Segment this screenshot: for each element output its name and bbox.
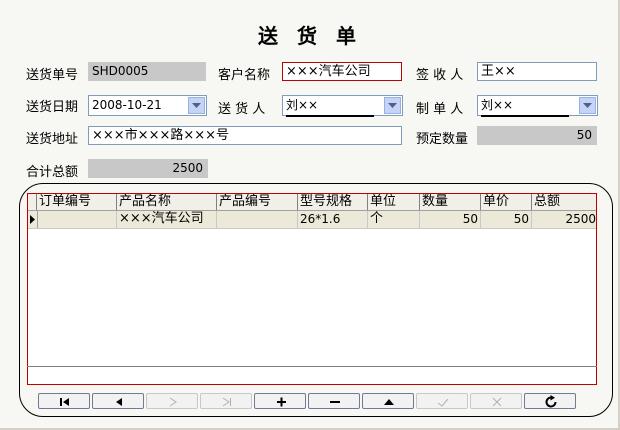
close-icon [492,397,502,407]
chevron-down-icon[interactable] [579,97,596,114]
triangle-up-icon [384,399,394,405]
grid-header: 订单编号 产品名称 产品编号 型号规格 单位 数量 单价 总额 [28,194,596,211]
sender-select[interactable]: 刘×× [282,95,403,117]
delivery-no-field: SHD0005 [88,62,206,81]
cell-price[interactable]: 50 [481,211,532,228]
nav-refresh-button[interactable] [524,393,576,409]
cell-amount[interactable]: 2500 [532,211,596,228]
col-product-name[interactable]: 产品名称 [117,194,217,210]
col-product-no[interactable]: 产品编号 [217,194,298,210]
last-record-icon [222,397,231,407]
customer-field[interactable]: ×××汽车公司 [282,62,402,81]
delivery-no-label: 送货单号 [26,68,79,83]
address-field[interactable]: ×××市×××路×××号 [88,126,402,145]
col-order-no[interactable]: 订单编号 [37,194,117,210]
maker-select[interactable]: 刘×× [477,95,598,117]
prior-record-icon [116,398,122,406]
total-label: 合计总额 [26,165,79,180]
col-amount[interactable]: 总额 [532,194,596,210]
cell-order-no[interactable] [37,211,117,228]
form-title: 送 货 单 [258,24,362,48]
date-value: 2008-10-21 [92,98,162,112]
cell-qty[interactable]: 50 [420,211,481,228]
nav-first-button[interactable] [38,393,90,409]
detail-grid[interactable]: 订单编号 产品名称 产品编号 型号规格 单位 数量 单价 总额 ×××汽车公司 … [27,193,597,385]
cell-product-no[interactable] [217,211,298,228]
plus-icon [277,397,286,407]
address-label: 送货地址 [26,132,79,147]
sender-value: 刘×× [286,96,374,117]
receiver-field[interactable]: 王×× [477,62,597,81]
nav-edit-button[interactable] [362,393,414,409]
grid-divider [27,366,597,367]
minus-icon [330,401,340,403]
header-indicator [28,194,37,210]
nav-last-button[interactable] [200,393,252,409]
col-spec[interactable]: 型号规格 [298,194,368,210]
cell-spec[interactable]: 26*1.6 [298,211,368,228]
col-unit[interactable]: 单位 [368,194,420,210]
sender-label: 送 货 人 [218,102,266,117]
nav-post-button[interactable] [416,393,468,409]
date-label: 送货日期 [26,100,79,115]
maker-label: 制 单 人 [416,102,464,117]
nav-delete-button[interactable] [308,393,360,409]
receiver-label: 签 收 人 [416,68,464,83]
col-qty[interactable]: 数量 [420,194,481,210]
date-picker[interactable]: 2008-10-21 [88,95,207,116]
maker-value: 刘×× [481,96,569,117]
chevron-down-icon[interactable] [188,97,205,114]
nav-cancel-button[interactable] [470,393,522,409]
delivery-form-window: 送 货 单 送货单号 SHD0005 客户名称 ×××汽车公司 签 收 人 王×… [0,0,620,430]
customer-label: 客户名称 [218,68,271,83]
col-price[interactable]: 单价 [481,194,532,210]
nav-next-button[interactable] [146,393,198,409]
current-row-arrow-icon [30,215,35,224]
nav-insert-button[interactable] [254,393,306,409]
total-field: 2500 [88,159,208,178]
chevron-down-icon[interactable] [384,97,401,114]
planned-qty-label: 预定数量 [416,132,469,147]
cell-product-name[interactable]: ×××汽车公司 [117,211,217,228]
refresh-icon [545,395,557,408]
nav-prior-button[interactable] [92,393,144,409]
first-record-icon [60,398,69,406]
cell-unit[interactable]: 个 [368,211,420,228]
table-row[interactable]: ×××汽车公司 26*1.6 个 50 50 2500 [28,211,596,229]
planned-qty-field: 50 [477,126,597,145]
next-record-icon [169,397,177,407]
check-icon [437,398,449,407]
